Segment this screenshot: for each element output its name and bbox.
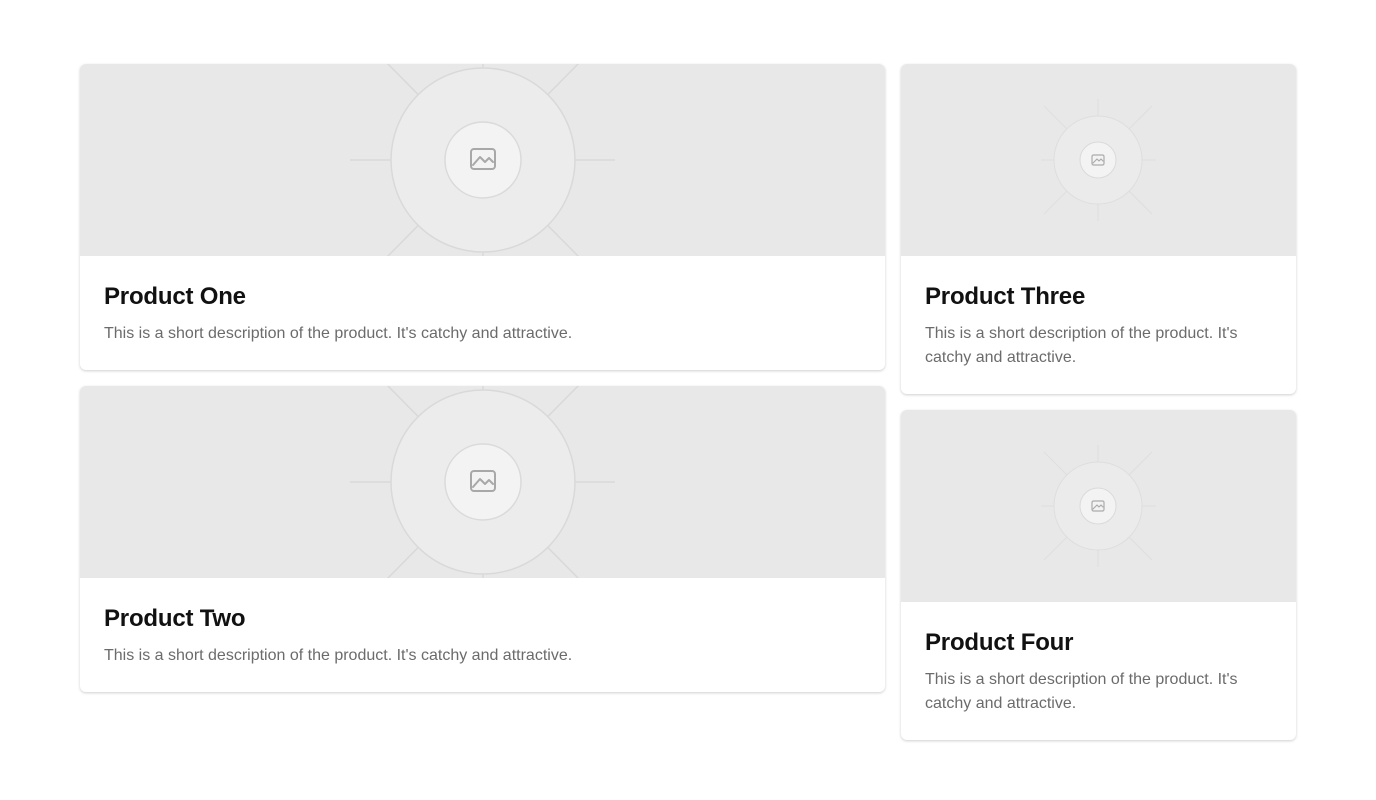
product-title: Product Four: [925, 629, 1074, 656]
image-placeholder-icon: [350, 64, 615, 256]
product-image: [901, 64, 1296, 256]
product-image: [901, 410, 1296, 602]
product-description: This is a short description of the produ…: [925, 325, 1238, 366]
image-placeholder-icon: [1041, 445, 1156, 567]
product-column-left: Product One This is a short description …: [80, 64, 885, 692]
product-title: Product Three: [925, 283, 1086, 310]
image-placeholder-icon: [1041, 99, 1156, 221]
product-grid: Product One This is a short description …: [0, 0, 1376, 800]
product-card-one[interactable]: Product One This is a short description …: [80, 64, 885, 370]
product-description: This is a short description of the produ…: [104, 647, 573, 664]
product-card-two[interactable]: Product Two This is a short description …: [80, 386, 885, 692]
product-card-four[interactable]: Product Four This is a short description…: [901, 410, 1296, 740]
product-image: [80, 386, 885, 578]
image-placeholder-icon: [350, 386, 615, 578]
product-image: [80, 64, 885, 256]
product-title: Product Two: [104, 605, 246, 632]
product-card-three[interactable]: Product Three This is a short descriptio…: [901, 64, 1296, 394]
product-description: This is a short description of the produ…: [104, 325, 573, 342]
product-description: This is a short description of the produ…: [925, 671, 1238, 712]
product-title: Product One: [104, 283, 246, 310]
product-column-right: Product Three This is a short descriptio…: [901, 64, 1296, 740]
